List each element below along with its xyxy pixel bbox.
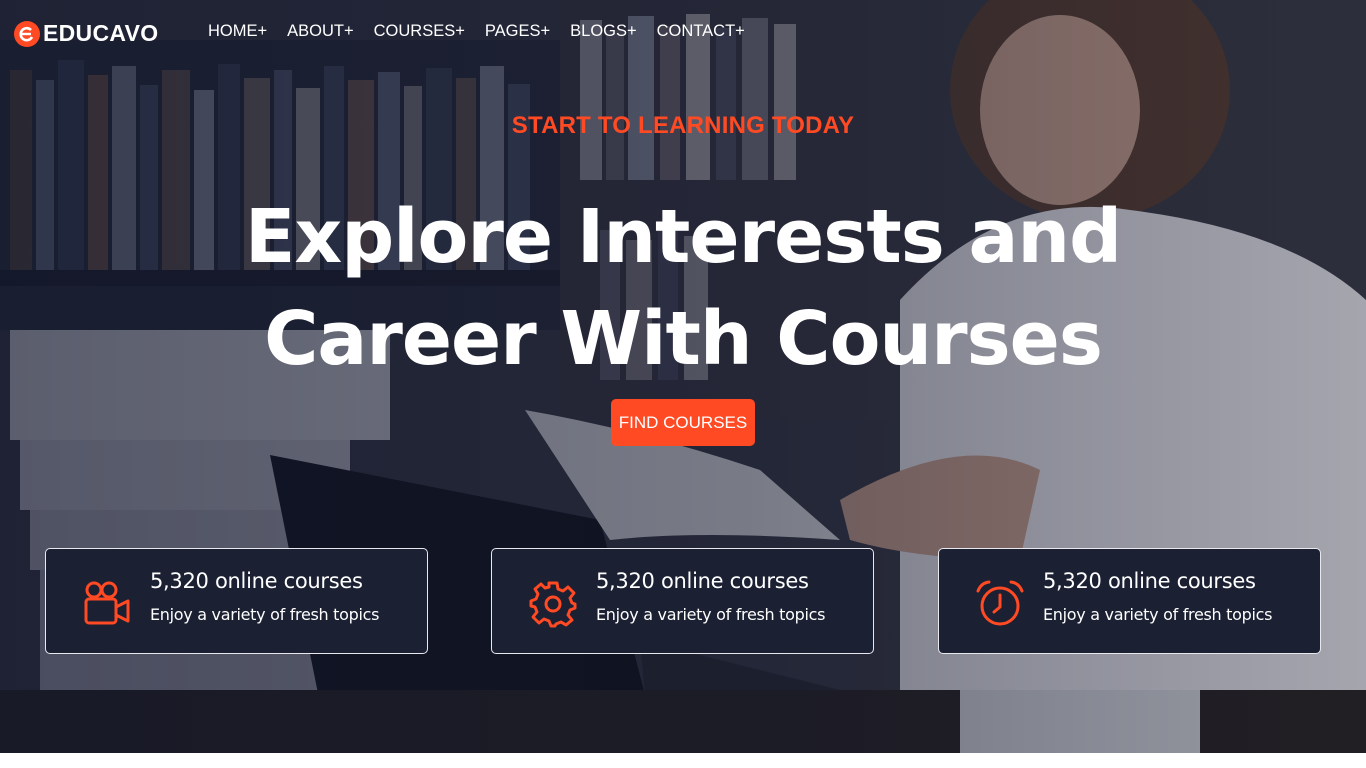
nav-home[interactable]: HOME+ — [208, 22, 267, 41]
gear-icon — [529, 581, 577, 628]
feature-title: 5,320 online courses — [596, 569, 809, 593]
nav-about[interactable]: ABOUT+ — [287, 22, 353, 41]
feature-subtitle: Enjoy a variety of fresh topics — [150, 605, 380, 624]
video-camera-icon — [84, 581, 130, 625]
feature-title: 5,320 online courses — [1043, 569, 1256, 593]
main-nav: HOME+ ABOUT+ COURSES+ PAGES+ BLOGS+ CONT… — [208, 22, 765, 41]
feature-card-courses: 5,320 online courses Enjoy a variety of … — [45, 548, 428, 654]
hero-eyebrow: START TO LEARNING TODAY — [511, 112, 855, 139]
logo-e-icon — [14, 20, 40, 47]
nav-blogs[interactable]: BLOGS+ — [570, 22, 637, 41]
find-courses-button[interactable]: FIND COURSES — [611, 399, 755, 446]
hero-headline-line-1: Explore Interests and — [244, 194, 1122, 280]
feature-card-schedule: 5,320 online courses Enjoy a variety of … — [938, 548, 1321, 654]
nav-courses[interactable]: COURSES+ — [374, 22, 465, 41]
logo[interactable]: EDUCAVO — [14, 20, 158, 47]
nav-pages[interactable]: PAGES+ — [485, 22, 550, 41]
feature-title: 5,320 online courses — [150, 569, 363, 593]
alarm-clock-icon — [976, 580, 1024, 626]
hero-headline: Explore Interests and Career With Course… — [0, 186, 1366, 390]
site-header: EDUCAVO HOME+ ABOUT+ COURSES+ PAGES+ BLO… — [0, 0, 1366, 64]
feature-card-topics: 5,320 online courses Enjoy a variety of … — [491, 548, 874, 654]
hero-headline-line-2: Career With Courses — [264, 296, 1103, 382]
feature-subtitle: Enjoy a variety of fresh topics — [1043, 605, 1273, 624]
nav-contact[interactable]: CONTACT+ — [657, 22, 745, 41]
hero-section: EDUCAVO HOME+ ABOUT+ COURSES+ PAGES+ BLO… — [0, 0, 1366, 753]
logo-text: EDUCAVO — [43, 20, 159, 46]
feature-subtitle: Enjoy a variety of fresh topics — [596, 605, 826, 624]
